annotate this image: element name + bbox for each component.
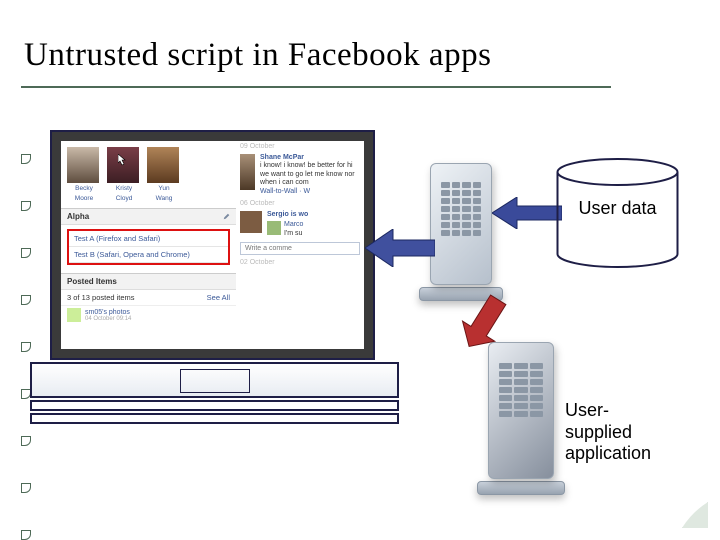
alpha-header-text: Alpha [67,212,89,221]
database-cylinder: User data [555,158,680,268]
posted-items-row: 3 of 13 posted items See All [61,290,236,306]
laptop-keyboard-deck [30,362,399,398]
feed-date: 09 October [236,141,364,152]
avatar-icon [67,147,99,183]
laptop: Becky Moore Kristy Cloyd Yun Wang [50,130,419,424]
story-sub-text: I'm su [284,230,303,238]
friend-last: Cloyd [107,196,141,203]
story-link[interactable]: Wall-to-Wall · W [260,188,360,196]
photo-thumb-icon [67,308,81,322]
laptop-screen-bezel: Becky Moore Kristy Cloyd Yun Wang [50,130,375,360]
friends-row: Becky Moore Kristy Cloyd Yun Wang [61,141,236,204]
photos-date: 04 October 09:14 [85,316,131,322]
app-label-line1: User- [565,400,695,422]
alpha-test-link[interactable]: Test B (Safari, Opera and Chrome) [69,247,228,263]
fb-left-col: Becky Moore Kristy Cloyd Yun Wang [61,141,236,324]
comment-input[interactable]: Write a comme [240,242,360,255]
feed-story: Shane McPar i know! i know! be better fo… [236,152,364,198]
arrow-app-to-server-icon [455,286,515,356]
friend-card[interactable]: Yun Wang [147,147,181,202]
facebook-server [430,163,503,301]
server-tower-icon [430,163,492,285]
bullet-icon [21,342,31,352]
avatar-icon [267,221,281,235]
posted-items-header: Posted Items [61,273,236,290]
arrow-server-to-laptop-icon [365,229,435,267]
story-body: i know! i know! be better for hi we want… [260,162,360,187]
friend-last: Moore [67,196,101,203]
app-label-line2: supplied [565,422,695,444]
bullet-icon [21,154,31,164]
slide-title: Untrusted script in Facebook apps [24,37,491,74]
bullet-icon [21,483,31,493]
server-base [477,481,565,495]
app-label-line3: application [565,443,695,465]
photos-row[interactable]: sm05's photos 04 October 09:14 [61,306,236,324]
bullet-icon [21,295,31,305]
avatar-icon [240,211,262,233]
db-label: User data [555,198,680,219]
bullet-icon [21,530,31,540]
laptop-base [30,362,399,424]
alpha-test-link[interactable]: Test A (Firefox and Safari) [69,231,228,247]
feed-date: 06 October [236,198,364,209]
bullet-column [21,154,31,540]
friend-first: Becky [67,186,101,193]
photos-title: sm05's photos [85,309,131,316]
feed-date: 02 October [236,257,364,268]
avatar-icon [147,147,179,183]
posted-count: 3 of 13 posted items [67,293,135,302]
app-server-label: User- supplied application [565,400,695,465]
avatar-icon [240,154,255,190]
friend-last: Wang [147,196,181,203]
friend-first: Yun [147,186,181,193]
laptop-front-edge [30,400,399,411]
bullet-icon [21,436,31,446]
see-all-link[interactable]: See All [207,293,230,302]
laptop-screen: Becky Moore Kristy Cloyd Yun Wang [61,141,364,349]
feed-story: Sergio is wo Marco I'm su [236,209,364,240]
trackpad [180,369,250,393]
laptop-front-edge [30,413,399,424]
title-underline [21,86,611,88]
page-curl-icon [682,502,708,528]
bullet-icon [21,248,31,258]
friend-card[interactable]: Becky Moore [67,147,101,202]
story-user[interactable]: Sergio is wo [267,211,308,219]
arrow-db-to-server-icon [492,197,562,229]
pencil-icon[interactable] [223,213,230,220]
friend-first: Kristy [107,186,141,193]
cursor-icon [118,154,128,166]
server-tower-icon [488,342,554,479]
bullet-icon [21,201,31,211]
alpha-tests-box: Test A (Firefox and Safari) Test B (Safa… [67,229,230,265]
story-sub-user[interactable]: Marco [284,221,303,229]
story-user[interactable]: Shane McPar [260,154,360,162]
app-server [488,342,565,495]
alpha-header: Alpha [61,208,236,225]
fb-right-col: 09 October Shane McPar i know! i know! b… [236,141,364,268]
